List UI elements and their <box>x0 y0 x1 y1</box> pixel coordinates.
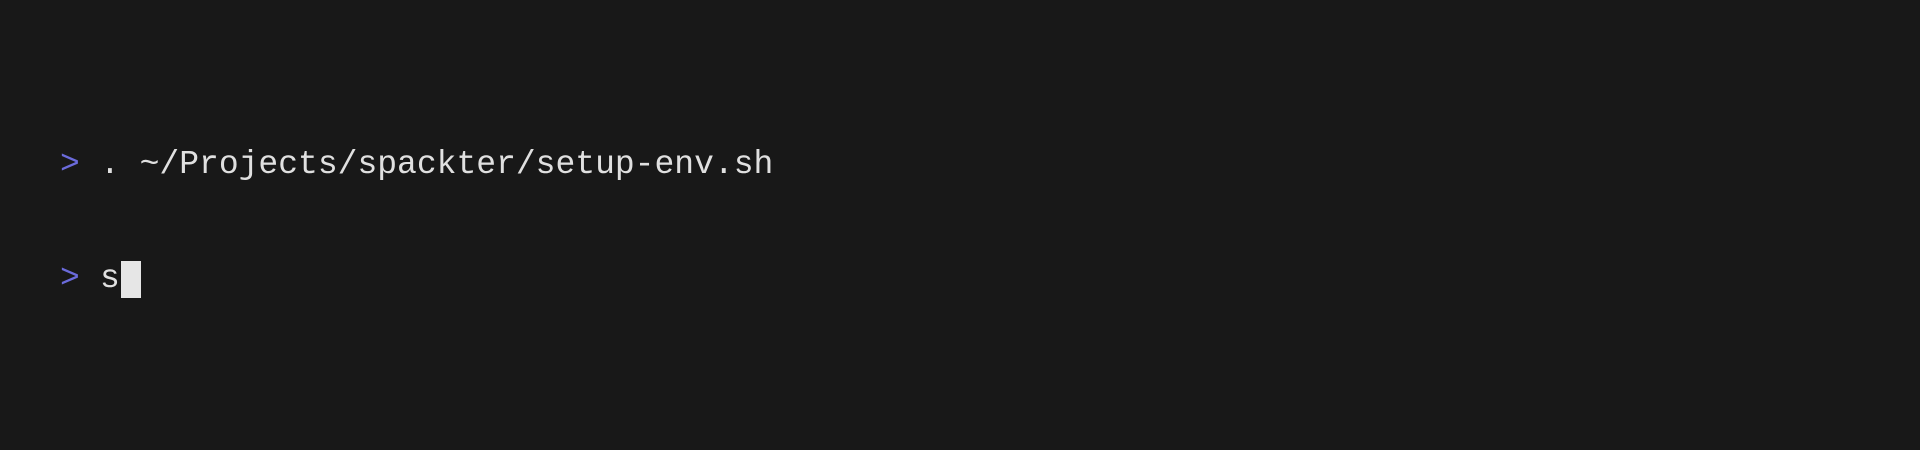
command-text: . ~/Projects/spackter/setup-env.sh <box>100 146 774 183</box>
text-cursor <box>120 260 141 298</box>
command-input[interactable]: s <box>100 260 120 298</box>
terminal-line: > . ~/Projects/spackter/setup-env.sh <box>60 146 773 184</box>
terminal-input-line[interactable]: > s <box>60 260 773 298</box>
terminal-output: > . ~/Projects/spackter/setup-env.sh > s <box>60 70 773 374</box>
terminal-window[interactable]: > . ~/Projects/spackter/setup-env.sh > s <box>0 0 1920 450</box>
prompt-symbol: > <box>60 260 80 297</box>
prompt-symbol: > <box>60 146 80 183</box>
